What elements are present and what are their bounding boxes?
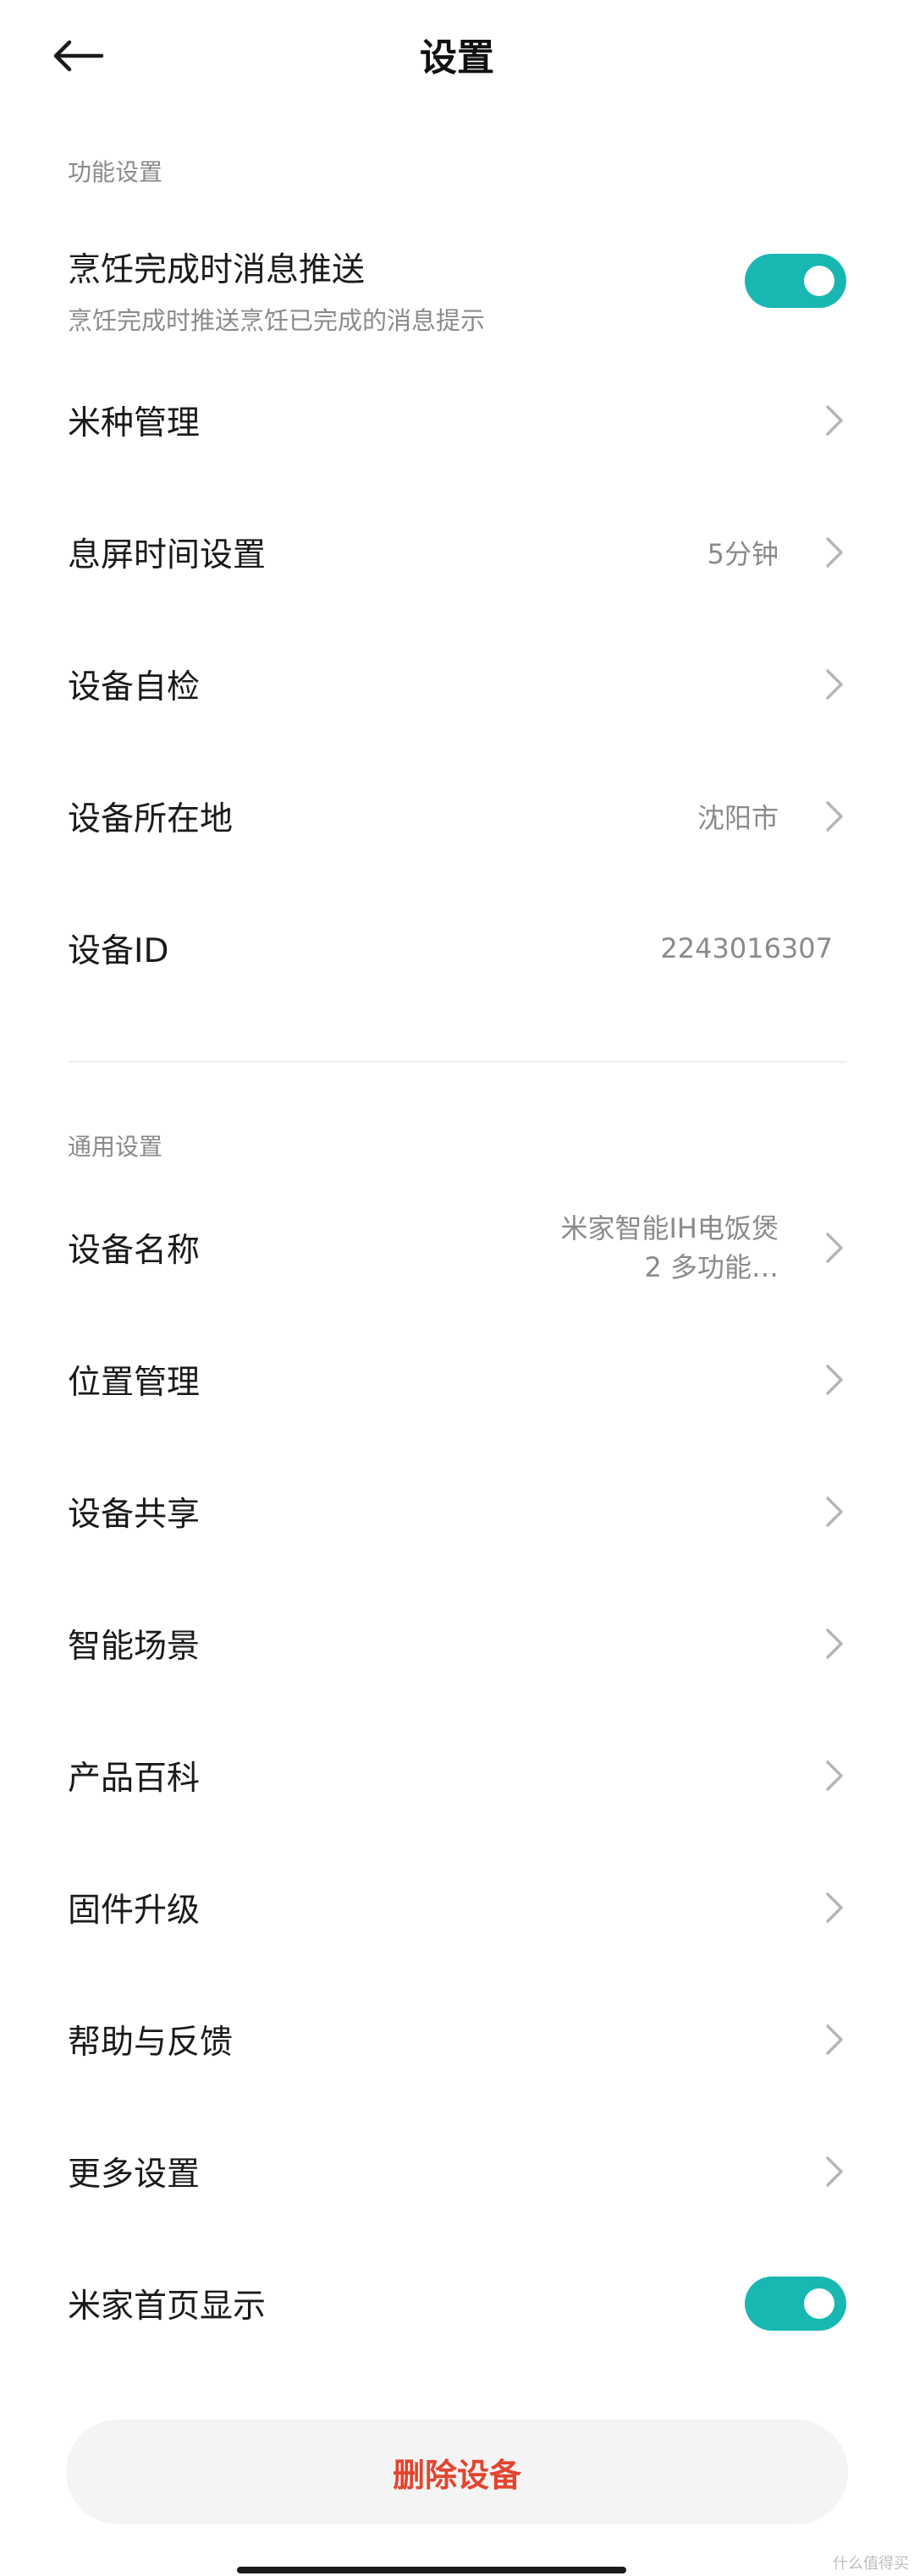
chevron-right-icon xyxy=(826,669,843,700)
toggle-knob xyxy=(804,2288,834,2319)
location-label: 设备所在地 xyxy=(68,800,234,838)
row-firmware[interactable]: 固件升级 xyxy=(0,1844,914,1971)
help-label: 帮助与反馈 xyxy=(68,2024,234,2062)
chevron-right-icon xyxy=(826,1760,843,1791)
row-share[interactable]: 设备共享 xyxy=(0,1448,914,1575)
device-name-label: 设备名称 xyxy=(68,1232,201,1270)
wiki-label: 产品百科 xyxy=(68,1760,201,1798)
row-wiki[interactable]: 产品百科 xyxy=(0,1712,914,1839)
watermark: 什么值得买 xyxy=(833,2555,909,2573)
header-bar: 设置 xyxy=(0,0,914,110)
screen-off-value: 5分钟 xyxy=(707,538,779,570)
cook-push-subtitle: 烹饪完成时推送烹饪已完成的消息提示 xyxy=(68,306,486,335)
row-position-mgmt[interactable]: 位置管理 xyxy=(0,1316,914,1443)
share-label: 设备共享 xyxy=(68,1496,201,1534)
more-label: 更多设置 xyxy=(68,2156,201,2194)
cook-push-row: 烹饪完成时消息推送 烹饪完成时推送烹饪已完成的消息提示 xyxy=(0,222,914,340)
cook-push-toggle[interactable] xyxy=(745,254,846,308)
section-label-function: 功能设置 xyxy=(68,158,163,186)
toggle-knob xyxy=(804,266,834,296)
row-scenes[interactable]: 智能场景 xyxy=(0,1580,914,1707)
chevron-right-icon xyxy=(826,537,843,568)
section-label-general: 通用设置 xyxy=(68,1133,163,1161)
page-title: 设置 xyxy=(420,36,494,80)
firmware-label: 固件升级 xyxy=(68,1892,201,1930)
row-help[interactable]: 帮助与反馈 xyxy=(0,1976,914,2103)
row-self-check[interactable]: 设备自检 xyxy=(0,621,914,748)
row-location[interactable]: 设备所在地 沈阳市 xyxy=(0,753,914,880)
row-rice-type[interactable]: 米种管理 xyxy=(0,357,914,484)
scenes-label: 智能场景 xyxy=(68,1628,201,1666)
home-display-toggle[interactable] xyxy=(745,2277,846,2331)
row-more[interactable]: 更多设置 xyxy=(0,2108,914,2235)
self-check-label: 设备自检 xyxy=(68,668,201,706)
device-id-label: 设备ID xyxy=(68,932,169,970)
chevron-right-icon xyxy=(826,2156,843,2187)
device-id-value: 2243016307 xyxy=(660,932,833,964)
location-value: 沈阳市 xyxy=(697,802,779,834)
chevron-right-icon xyxy=(826,1497,843,1527)
delete-device-button[interactable]: 删除设备 xyxy=(66,2419,848,2524)
row-screen-off[interactable]: 息屏时间设置 5分钟 xyxy=(0,489,914,616)
rice-type-label: 米种管理 xyxy=(68,404,201,442)
cook-push-text: 烹饪完成时消息推送 烹饪完成时推送烹饪已完成的消息提示 xyxy=(68,244,485,337)
chevron-right-icon xyxy=(826,405,843,436)
home-indicator[interactable] xyxy=(237,2567,626,2573)
home-display-label: 米家首页显示 xyxy=(68,2288,267,2326)
row-home-display: 米家首页显示 xyxy=(0,2240,914,2367)
screen-off-label: 息屏时间设置 xyxy=(68,536,267,574)
position-mgmt-label: 位置管理 xyxy=(68,1364,201,1402)
chevron-right-icon xyxy=(826,1892,843,1923)
chevron-right-icon xyxy=(826,1233,843,1263)
chevron-right-icon xyxy=(826,2024,843,2055)
chevron-right-icon xyxy=(826,801,843,832)
device-name-value: 米家智能IH电饭煲2 多功能… xyxy=(560,1212,779,1283)
chevron-right-icon xyxy=(826,1365,843,1395)
chevron-right-icon xyxy=(826,1629,843,1659)
row-device-name[interactable]: 设备名称 米家智能IH电饭煲2 多功能… xyxy=(0,1184,914,1311)
row-device-id: 设备ID 2243016307 xyxy=(0,885,914,1012)
cook-push-label: 烹饪完成时消息推送 xyxy=(68,251,366,289)
section-divider xyxy=(68,1061,846,1063)
